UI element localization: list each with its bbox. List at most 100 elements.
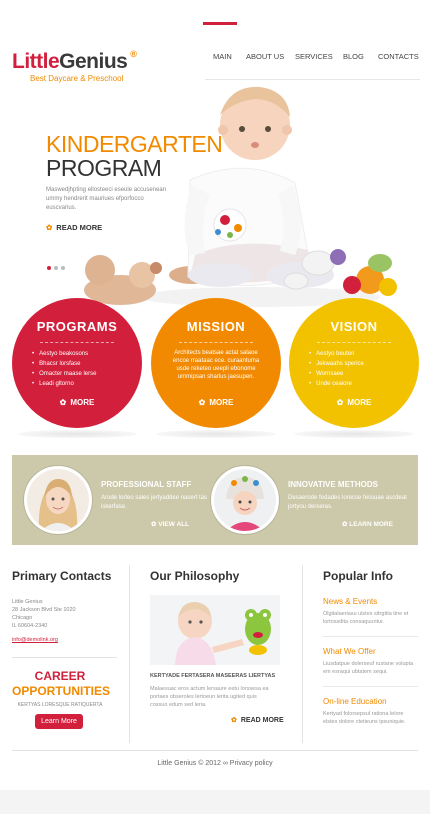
top-accent-bar: [203, 22, 237, 25]
nav-item-contacts[interactable]: CONTACTS: [378, 52, 419, 61]
footer-divider: [12, 750, 418, 751]
philosophy-text: Malaesuac eros actum lersaure eetu lorss…: [150, 686, 269, 708]
programs-title: PROGRAMS: [36, 319, 118, 334]
our-philosophy-heading: Our Philosophy: [150, 569, 240, 583]
flower-icon: ✿: [336, 398, 344, 407]
circle-shadow: [156, 430, 276, 438]
mission-divider: [179, 342, 253, 343]
logo[interactable]: LittleGenius ®: [12, 49, 137, 74]
nav-item-services[interactable]: SERVICES: [295, 52, 333, 61]
logo-part-2: Genius: [59, 50, 128, 73]
philosophy-read-more-label: READ MORE: [240, 717, 284, 724]
vision-more-link[interactable]: ✿ MORE: [289, 398, 419, 407]
nav-item-about-us[interactable]: ABOUT US: [246, 52, 284, 61]
popular-item-text: Olgitalaeriasu ulstes sitrgtita tine et …: [323, 611, 409, 625]
mission-title: MISSION: [186, 319, 246, 334]
circle-shadow: [294, 430, 414, 438]
learn-more-label: LEARN MORE: [349, 521, 393, 528]
career-heading: CAREER OPPORTUNITIES: [12, 669, 111, 699]
methods-text: Desaerode fedades lorecse fessuae ascdea…: [288, 495, 407, 510]
career-line-1: CAREER: [34, 669, 86, 683]
registered-mark: ®: [130, 49, 137, 59]
address-line: IL 60604-2340: [12, 623, 48, 629]
nav-item-main[interactable]: MAIN: [213, 52, 232, 61]
primary-contacts-heading: Primary Contacts: [12, 569, 112, 583]
popular-item-title[interactable]: On-line Education: [323, 697, 387, 706]
contact-email-link[interactable]: info@demolink.org: [12, 637, 58, 643]
flower-icon: ✿: [59, 398, 67, 407]
slider-dot-3[interactable]: [61, 266, 65, 270]
programs-item[interactable]: Leadi gltorno: [32, 379, 122, 389]
programs-circle: PROGRAMS Aestyo beakosons Bhacsr lorsfas…: [12, 298, 142, 428]
address-line: Chicago: [12, 615, 33, 621]
programs-item[interactable]: Bhacsr lorsfase: [32, 359, 122, 369]
mission-text: Architects beatsae actat salaoe encoe rr…: [172, 350, 260, 380]
page-inner: LittleGenius ® Best Daycare & Preschool …: [0, 0, 430, 790]
programs-item[interactable]: Omacter maase lerse: [32, 369, 122, 379]
philosophy-image: [150, 595, 280, 665]
circle-shadow: [17, 430, 137, 438]
popular-divider: [323, 686, 418, 687]
footer-text: Little Genius © 2012 ∞ Privacy policy: [157, 760, 273, 767]
vision-item[interactable]: Wornsaee: [309, 369, 399, 379]
hero-title-line-1: KINDERGARTEN: [46, 131, 223, 157]
vision-list: Aestyo beuten Jekwaahs sperice Wornsaee …: [309, 349, 399, 389]
view-all-link[interactable]: ✿ VIEW ALL: [151, 520, 189, 528]
column-divider: [302, 565, 303, 743]
programs-more-label: MORE: [70, 398, 95, 407]
popular-item-text: Kertyad folorsepsul rationa lelore elste…: [323, 711, 406, 725]
hero-title: KINDERGARTEN PROGRAM: [46, 131, 223, 181]
learn-more-link[interactable]: ✿ LEARN MORE: [342, 520, 393, 528]
career-line-2: OPPORTUNITIES: [12, 684, 111, 698]
philosophy-read-more-link[interactable]: ✿ READ MORE: [231, 716, 284, 724]
popular-item-title[interactable]: News & Events: [323, 597, 377, 606]
flower-icon: ✿: [231, 717, 237, 724]
page: LittleGenius ® Best Daycare & Preschool …: [0, 0, 430, 814]
slider-dot-1[interactable]: [47, 266, 51, 270]
career-learn-more-button[interactable]: Learn More: [35, 714, 83, 729]
logo-part-1: Little: [12, 50, 60, 73]
mission-circle: MISSION Architects beatsae actat salaoe …: [151, 298, 281, 428]
staff-title: PROFESSIONAL STAFF: [101, 480, 192, 489]
main-nav: MAIN ABOUT US SERVICES BLOG CONTACTS: [205, 52, 419, 64]
staff-text: Arode lorteo sales jertyaddee nasert tas…: [101, 495, 208, 510]
vision-item[interactable]: Aestyo beuten: [309, 349, 399, 359]
vision-divider: [317, 342, 391, 343]
mission-more-link[interactable]: ✿ MORE: [151, 398, 281, 407]
address-line: Little Genius: [12, 599, 43, 605]
nav-item-blog[interactable]: BLOG: [343, 52, 364, 61]
methods-title: INNOVATIVE METHODS: [288, 480, 378, 489]
programs-divider: [40, 342, 114, 343]
mission-more-label: MORE: [209, 398, 234, 407]
popular-info-heading: Popular Info: [323, 569, 393, 583]
slider-pagination: [47, 257, 68, 275]
vision-more-label: MORE: [347, 398, 372, 407]
hero-read-more-label: READ MORE: [56, 223, 103, 232]
address-line: 28 Jackson Blvd Ste 1020: [12, 607, 76, 613]
staff-photo: [24, 466, 92, 534]
hero-read-more-link[interactable]: ✿ READ MORE: [46, 223, 102, 232]
contacts-divider: [12, 657, 117, 658]
view-all-label: VIEW ALL: [158, 521, 190, 528]
slider-dot-2[interactable]: [54, 266, 58, 270]
flower-icon: ✿: [46, 223, 53, 232]
career-subtitle: KERTYAS LORESQUE RATIQUERTA: [17, 702, 103, 708]
popular-item-title[interactable]: What We Offer: [323, 647, 376, 656]
hero-title-line-2: PROGRAM: [46, 155, 162, 181]
column-divider: [129, 565, 130, 743]
flower-icon: ✿: [198, 398, 206, 407]
programs-more-link[interactable]: ✿ MORE: [12, 398, 142, 407]
philosophy-caption: KERTYADE FERTASERA MASEERAS LIERTYAS: [150, 673, 276, 679]
programs-item[interactable]: Aestyo beakosons: [32, 349, 122, 359]
vision-title: VISION: [330, 319, 378, 334]
vision-item[interactable]: Unde ceaiore: [309, 379, 399, 389]
popular-item-text: Liusdatpue dolerseuf rustane volupta em …: [323, 661, 414, 675]
vision-item[interactable]: Jekwaahs sperice: [309, 359, 399, 369]
programs-list: Aestyo beakosons Bhacsr lorsfase Omacter…: [32, 349, 122, 389]
popular-divider: [323, 636, 418, 637]
contact-address: Little Genius 28 Jackson Blvd Ste 1020 C…: [12, 598, 76, 630]
hero-description: Maswedjhpting ellosteeci eseule accusene…: [46, 187, 167, 211]
tagline: Best Daycare & Preschool: [30, 74, 124, 83]
vision-circle: VISION Aestyo beuten Jekwaahs sperice Wo…: [289, 298, 419, 428]
nav-divider: [205, 79, 420, 80]
